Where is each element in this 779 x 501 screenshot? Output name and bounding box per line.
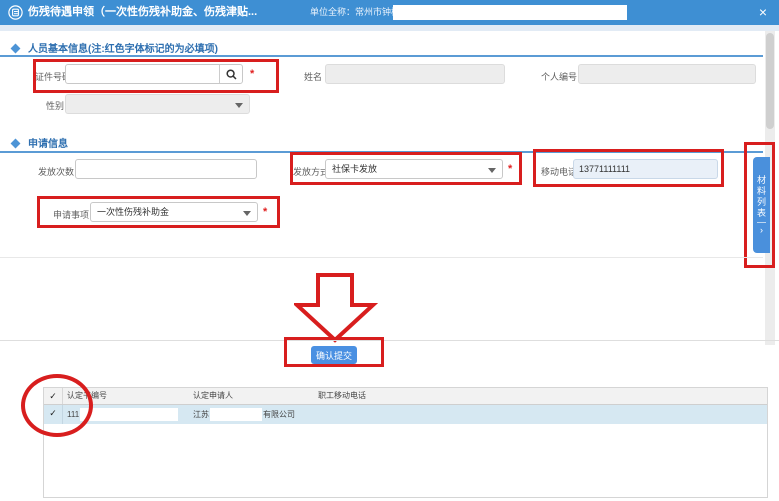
table-row[interactable]: ✓ 111 江苏 有限公司: [44, 405, 767, 424]
row-phone: [314, 405, 767, 424]
personal-no-input: [578, 64, 756, 84]
section-divider: [0, 55, 763, 57]
chevron-right-icon: ›: [760, 226, 763, 235]
mobile-label: 移动电话: [541, 165, 577, 178]
pay-times-label: 发放次数: [38, 165, 74, 178]
chevron-down-icon: [235, 103, 243, 108]
gender-label: 性别: [46, 99, 64, 112]
search-icon: [226, 69, 237, 80]
required-asterisk: *: [250, 68, 254, 80]
close-icon[interactable]: ×: [759, 0, 767, 25]
results-table: ✓ 认定书编号 认定申请人 职工移动电话 ✓ 111 江苏 有限公司: [43, 387, 768, 498]
pay-method-select[interactable]: 社保卡发放: [325, 159, 503, 179]
required-asterisk: *: [263, 206, 267, 218]
apply-item-label: 申请事项: [53, 208, 89, 221]
col-header-applicant[interactable]: 认定申请人: [189, 388, 314, 404]
chevron-down-icon: [488, 168, 496, 173]
window-title: 伤残待遇申领（一次性伤残补助金、伤残津贴...: [28, 0, 257, 25]
search-button[interactable]: [219, 65, 242, 83]
mobile-input[interactable]: [573, 159, 718, 179]
personal-no-label: 个人编号: [541, 70, 577, 83]
cert-no-input[interactable]: [65, 64, 243, 84]
diamond-icon: [11, 139, 21, 149]
required-asterisk: *: [508, 163, 512, 175]
table-header-row: ✓ 认定书编号 认定申请人 职工移动电话: [44, 388, 767, 405]
row-checkbox[interactable]: ✓: [49, 408, 57, 418]
section-basic-title: 人员基本信息(注:红色字体标记的为必填项): [28, 44, 218, 55]
scrollbar-thumb[interactable]: [766, 33, 774, 129]
apply-item-value: 一次性伤残补助金: [97, 207, 169, 217]
col-header-phone[interactable]: 职工移动电话: [314, 388, 767, 404]
diamond-icon: [11, 44, 21, 54]
redaction-box: [80, 408, 178, 421]
materials-list-tab[interactable]: 材料列表 ›: [753, 157, 770, 253]
pay-times-input[interactable]: [75, 159, 257, 179]
unit-name-redaction: [393, 5, 627, 20]
name-input: [325, 64, 505, 84]
col-header-cert-no[interactable]: 认定书编号: [63, 388, 189, 404]
footer-divider: [0, 340, 779, 341]
row-applicant-prefix: 江苏: [193, 407, 209, 423]
pay-method-label: 发放方式: [293, 165, 329, 178]
row-applicant-suffix: 有限公司: [263, 407, 295, 423]
name-label: 姓名: [304, 70, 322, 83]
titlebar: 伤残待遇申领（一次性伤残补助金、伤残津贴... 单位全称：常州市钟楼区 ×: [0, 0, 779, 25]
header-checkbox[interactable]: ✓: [49, 391, 57, 401]
section-apply-title: 申请信息: [28, 139, 68, 150]
materials-tab-label: 材料列表: [757, 175, 767, 219]
row-cert-no: 111: [67, 407, 79, 423]
pay-method-value: 社保卡发放: [332, 164, 377, 174]
chevron-down-icon: [243, 211, 251, 216]
window: 伤残待遇申领（一次性伤残补助金、伤残津贴... 单位全称：常州市钟楼区 × 人员…: [0, 0, 779, 501]
section-apply-header: 申请信息: [10, 135, 68, 147]
content-bottom-divider: [0, 257, 763, 258]
apply-item-select[interactable]: 一次性伤残补助金: [90, 202, 258, 222]
section-basic-header: 人员基本信息(注:红色字体标记的为必填项): [10, 40, 218, 52]
redaction-box: [210, 408, 262, 421]
confirm-submit-button[interactable]: 确认提交: [311, 346, 357, 364]
section-divider: [0, 151, 763, 153]
gender-select: [65, 94, 250, 114]
tab-divider: [757, 222, 766, 223]
document-icon: [8, 5, 23, 20]
